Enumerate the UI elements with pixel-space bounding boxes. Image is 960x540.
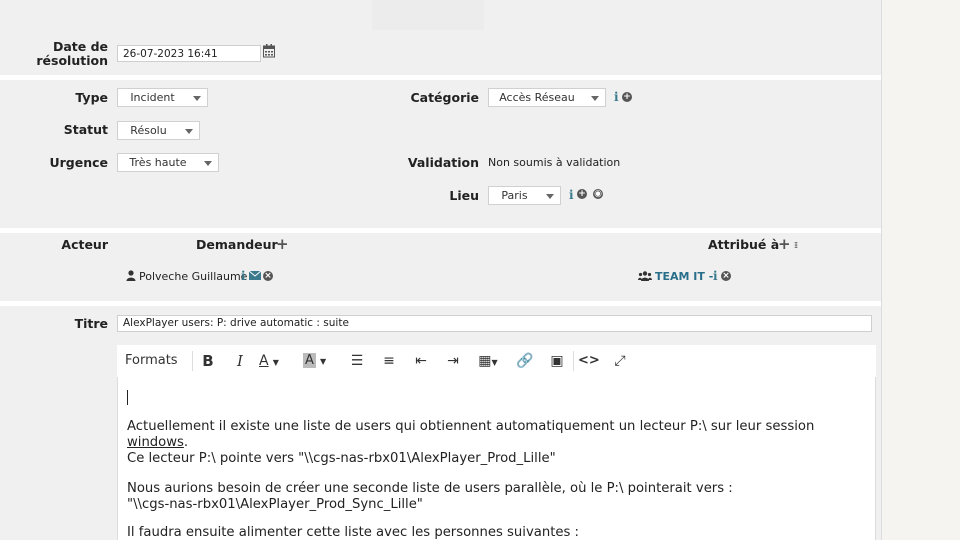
link-icon[interactable]: 🔗	[515, 351, 535, 371]
demandeur-name[interactable]: Polveche Guillaume	[139, 270, 247, 283]
validation-value: Non soumis à validation	[488, 156, 621, 169]
info-icon[interactable]: ᵻ	[794, 238, 798, 251]
chevron-down-icon	[185, 129, 193, 134]
editor-paragraph: Il faudra ensuite alimenter cette liste …	[127, 525, 579, 540]
statut-value: Résolu	[130, 124, 167, 137]
titre-label: Titre	[74, 316, 108, 331]
attribue-label: Attribué à	[708, 237, 780, 252]
acteur-label: Acteur	[61, 237, 108, 252]
formats-label: Formats	[125, 353, 178, 368]
chevron-down-icon	[193, 96, 201, 101]
separator	[0, 228, 881, 233]
envelope-icon[interactable]	[249, 271, 261, 280]
validation-label: Validation	[407, 155, 479, 170]
type-value: Incident	[130, 91, 175, 104]
outdent-icon[interactable]: ⇤	[411, 351, 431, 371]
italic-icon[interactable]: I	[231, 351, 249, 371]
editor-toolbar: Formats ▼ B I A ▼ A ▼ ☰ ≡ ⇤ ⇥ ▦▼ 🔗 ▣ <> …	[117, 345, 876, 386]
toolbar-separator	[573, 351, 574, 371]
info-icon[interactable]: i	[569, 189, 574, 201]
formats-dropdown[interactable]: Formats ▼	[125, 351, 187, 386]
text-cursor	[127, 390, 128, 405]
code-icon[interactable]: <>	[578, 351, 600, 371]
type-select[interactable]: Incident	[117, 88, 208, 107]
table-icon[interactable]: ▦▼	[473, 351, 503, 371]
editor-text: "\\cgs-nas-rbx01\AlexPlayer_Prod_Sync_Li…	[127, 497, 423, 512]
editor-paragraph: Actuellement il existe une liste de user…	[127, 419, 814, 435]
urgence-select[interactable]: Très haute	[117, 153, 219, 172]
fullscreen-icon[interactable]: ⤢	[610, 351, 630, 371]
right-margin	[881, 0, 960, 540]
editor-text: Nous aurions besoin de créer une seconde…	[127, 481, 733, 496]
plus-circle-icon[interactable]: +	[622, 92, 632, 102]
editor-text: Il faudra ensuite alimenter cette liste …	[127, 525, 579, 540]
close-circle-icon[interactable]: ×	[263, 271, 273, 281]
text-color-icon[interactable]: A ▼	[259, 351, 293, 371]
description-editor[interactable]: Actuellement il existe une liste de user…	[117, 377, 876, 540]
users-icon	[638, 271, 652, 281]
plus-circle-icon[interactable]: +	[577, 189, 587, 199]
categorie-select[interactable]: Accès Réseau	[488, 88, 606, 107]
plus-icon[interactable]: +	[778, 235, 791, 253]
numbered-list-icon[interactable]: ≡	[379, 351, 399, 371]
chevron-down-icon	[546, 194, 554, 199]
plus-icon[interactable]: +	[276, 235, 289, 253]
info-icon[interactable]: i	[614, 91, 619, 103]
lieu-value: Paris	[501, 189, 528, 202]
image-icon[interactable]: ▣	[547, 351, 567, 371]
editor-link[interactable]: windows	[127, 435, 184, 450]
editor-text: Ce lecteur P:\ pointe vers "\\cgs-nas-rb…	[127, 451, 556, 466]
editor-paragraph: "\\cgs-nas-rbx01\AlexPlayer_Prod_Sync_Li…	[127, 497, 423, 513]
chevron-down-icon	[204, 161, 212, 166]
user-icon	[126, 270, 136, 281]
statut-label: Statut	[63, 122, 108, 137]
demandeur-label: Demandeur	[196, 237, 278, 252]
separator	[0, 75, 881, 80]
statut-select[interactable]: Résolu	[117, 121, 200, 140]
bold-icon[interactable]: B	[199, 351, 217, 371]
top-strip	[372, 0, 484, 30]
background-color-icon[interactable]: A ▼	[303, 351, 337, 371]
editor-text: .	[183, 435, 189, 450]
attribue-team[interactable]: TEAM IT -	[655, 270, 713, 283]
editor-paragraph: Nous aurions besoin de créer une seconde…	[127, 481, 733, 497]
editor-text: Actuellement il existe une liste de user…	[127, 419, 815, 434]
type-label: Type	[75, 90, 108, 105]
date-resolution-input[interactable]: 26-07-2023 16:41	[117, 45, 261, 62]
toolbar-separator	[192, 351, 193, 371]
categorie-value: Accès Réseau	[499, 91, 575, 104]
lieu-label: Lieu	[449, 188, 479, 203]
titre-input[interactable]: AlexPlayer users: P: drive automatic : s…	[117, 315, 872, 332]
bullet-list-icon[interactable]: ☰	[347, 351, 367, 371]
editor-paragraph: windows.	[127, 435, 188, 451]
info-icon[interactable]: i	[241, 270, 246, 282]
close-circle-icon[interactable]: ×	[721, 271, 731, 281]
urgence-value: Très haute	[129, 156, 187, 169]
info-icon[interactable]: i	[713, 270, 718, 282]
chevron-down-icon	[591, 96, 599, 101]
urgence-label: Urgence	[49, 155, 108, 170]
calendar-icon[interactable]	[263, 44, 275, 58]
categorie-label: Catégorie	[410, 90, 479, 105]
indent-icon[interactable]: ⇥	[443, 351, 463, 371]
separator	[0, 301, 881, 306]
editor-paragraph: Ce lecteur P:\ pointe vers "\\cgs-nas-rb…	[127, 451, 556, 467]
ticket-form: Date de résolution 26-07-2023 16:41 Type…	[0, 0, 881, 540]
date-resolution-label: Date de résolution	[36, 39, 108, 68]
globe-icon[interactable]: ◉	[593, 189, 603, 199]
lieu-select[interactable]: Paris	[488, 186, 561, 205]
